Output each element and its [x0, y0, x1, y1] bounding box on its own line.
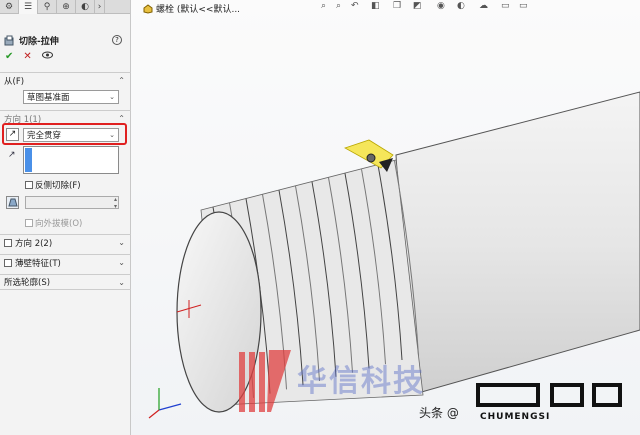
graphics-viewport[interactable]: 螺栓 (默认<<默认... ⌕ ⌕ ↶ ◧ ❒ ◩ ◉ ◐ ☁ ▭ ▭ 华信科技…	[131, 0, 640, 435]
thin-feature-section-header[interactable]: 薄壁特征(T) ⌄	[0, 254, 131, 270]
from-dropdown-value: 草图基准面	[27, 93, 70, 103]
view-orientation-icon[interactable]: ❒	[393, 1, 401, 11]
feature-title-text: 切除-拉伸	[19, 36, 59, 47]
selected-contours-section-header[interactable]: 所选轮廓(S) ⌄	[0, 274, 131, 290]
brand-text: CHUMENGSI	[480, 412, 551, 422]
feature-title: 切除-拉伸	[4, 33, 59, 47]
draft-angle-input[interactable]: ▴ ▾	[25, 196, 119, 210]
draft-outward-label: 向外拔模(O)	[35, 219, 83, 229]
chevron-up-icon: ⌃	[118, 114, 125, 123]
selected-contours-label: 所选轮廓(S)	[4, 278, 51, 288]
chevron-down-icon: ⌄	[118, 238, 125, 247]
configuration-manager-tab[interactable]: ⚲	[38, 0, 57, 14]
appearance-icon[interactable]: ◐	[457, 1, 465, 11]
arrow-icon: ↗	[8, 129, 17, 139]
direction-selection-box[interactable]	[23, 146, 119, 174]
configuration-icon: ⚲	[43, 2, 51, 12]
direction2-section-header[interactable]: 方向 2(2) ⌄	[0, 234, 131, 250]
watermark-chinese-text: 华信科技	[297, 364, 425, 399]
bolt-end-face	[176, 211, 262, 413]
draft-icon	[8, 198, 18, 207]
property-manager-panel: ⚙ ☰ ⚲ ⊕ ◐ › 切除-拉伸 ? ✔ ✕ 从(F) ⌃ 草图基准面 ⌄ 方…	[0, 0, 131, 435]
part-icon	[143, 3, 153, 14]
flip-side-label: 反侧切除(F)	[35, 181, 81, 191]
view-settings-icon[interactable]: ▭	[501, 1, 510, 11]
extruded-cut-icon	[4, 35, 14, 45]
from-dropdown[interactable]: 草图基准面 ⌄	[23, 90, 119, 104]
checkbox-box[interactable]	[4, 238, 12, 247]
watermark-site-text: 头条 @	[419, 406, 459, 420]
tab-scroll-right[interactable]: ›	[95, 0, 105, 14]
cancel-button[interactable]: ✕	[23, 51, 31, 62]
property-list-icon: ☰	[23, 2, 33, 12]
checkbox-box[interactable]	[4, 258, 12, 267]
hide-show-icon[interactable]: ◉	[437, 1, 445, 11]
from-section-label: 从(F)	[4, 76, 25, 87]
part-name: 螺栓 (默认<<默认...	[156, 5, 241, 15]
dimxpert-manager-tab[interactable]: ⊕	[57, 0, 76, 14]
app-window: ⚙ ☰ ⚲ ⊕ ◐ › 切除-拉伸 ? ✔ ✕ 从(F) ⌃ 草图基准面 ⌄ 方…	[0, 0, 640, 435]
previous-view-icon[interactable]: ↶	[351, 1, 359, 11]
flip-side-to-cut-checkbox[interactable]: 反侧切除(F)	[25, 179, 81, 191]
preview-eye-icon[interactable]	[41, 51, 53, 62]
property-manager-tab[interactable]: ☰	[19, 0, 38, 14]
feature-tree-icon: ⚙	[4, 2, 14, 12]
end-condition-value: 完全贯穿	[27, 131, 62, 141]
display-style-icon[interactable]: ◩	[413, 1, 422, 11]
sketch-point	[366, 153, 376, 163]
selection-marker	[25, 148, 32, 172]
feature-manager-tab[interactable]: ⚙	[0, 0, 19, 14]
chevron-down-icon: ⌄	[109, 93, 115, 101]
monitor-icon[interactable]: ▭	[519, 1, 528, 11]
draft-outward-checkbox[interactable]: 向外拔模(O)	[25, 217, 82, 229]
direction2-label: 方向 2(2)	[15, 238, 53, 249]
feature-tree-flyout[interactable]: 螺栓 (默认<<默认...	[143, 2, 240, 15]
section-view-icon[interactable]: ◧	[371, 1, 380, 11]
manager-tabs: ⚙ ☰ ⚲ ⊕ ◐ ›	[0, 0, 130, 14]
chevron-up-icon: ⌃	[118, 76, 125, 85]
draft-toggle-button[interactable]	[6, 196, 19, 209]
checkbox-box	[25, 181, 33, 189]
checkbox-box	[25, 219, 33, 227]
chevron-down-icon: ⌄	[118, 277, 125, 287]
thin-feature-label: 薄壁特征(T)	[15, 258, 61, 269]
scene-icon[interactable]: ☁	[479, 1, 488, 11]
reverse-direction-button[interactable]: ↗	[6, 128, 19, 141]
shaft-body	[395, 91, 640, 396]
help-icon[interactable]: ?	[112, 35, 122, 45]
from-section-header[interactable]: 从(F) ⌃	[0, 72, 131, 88]
display-manager-tab[interactable]: ◐	[76, 0, 95, 14]
ok-button[interactable]: ✔	[5, 51, 13, 62]
viewport-top-bar: 螺栓 (默认<<默认... ⌕ ⌕ ↶ ◧ ❒ ◩ ◉ ◐ ☁ ▭ ▭	[131, 0, 640, 15]
color-wheel-icon: ◐	[81, 2, 89, 12]
chevron-down-icon: ⌄	[109, 131, 115, 139]
coordinate-triad	[148, 388, 182, 419]
action-buttons: ✔ ✕	[5, 51, 53, 62]
direction-vector-icon: ↗	[8, 150, 16, 160]
spinner-icon[interactable]: ▴ ▾	[114, 196, 117, 210]
crosshair-icon: ⊕	[62, 2, 70, 12]
zoom-area-icon[interactable]: ⌕	[336, 1, 341, 11]
zoom-to-fit-icon[interactable]: ⌕	[321, 1, 326, 11]
chevron-down-icon: ⌄	[118, 258, 125, 267]
end-condition-dropdown[interactable]: 完全贯穿 ⌄	[23, 128, 119, 142]
watermark-brand-logo: CHUMENGSI	[476, 383, 626, 422]
brand-glyph-icon	[476, 383, 622, 407]
